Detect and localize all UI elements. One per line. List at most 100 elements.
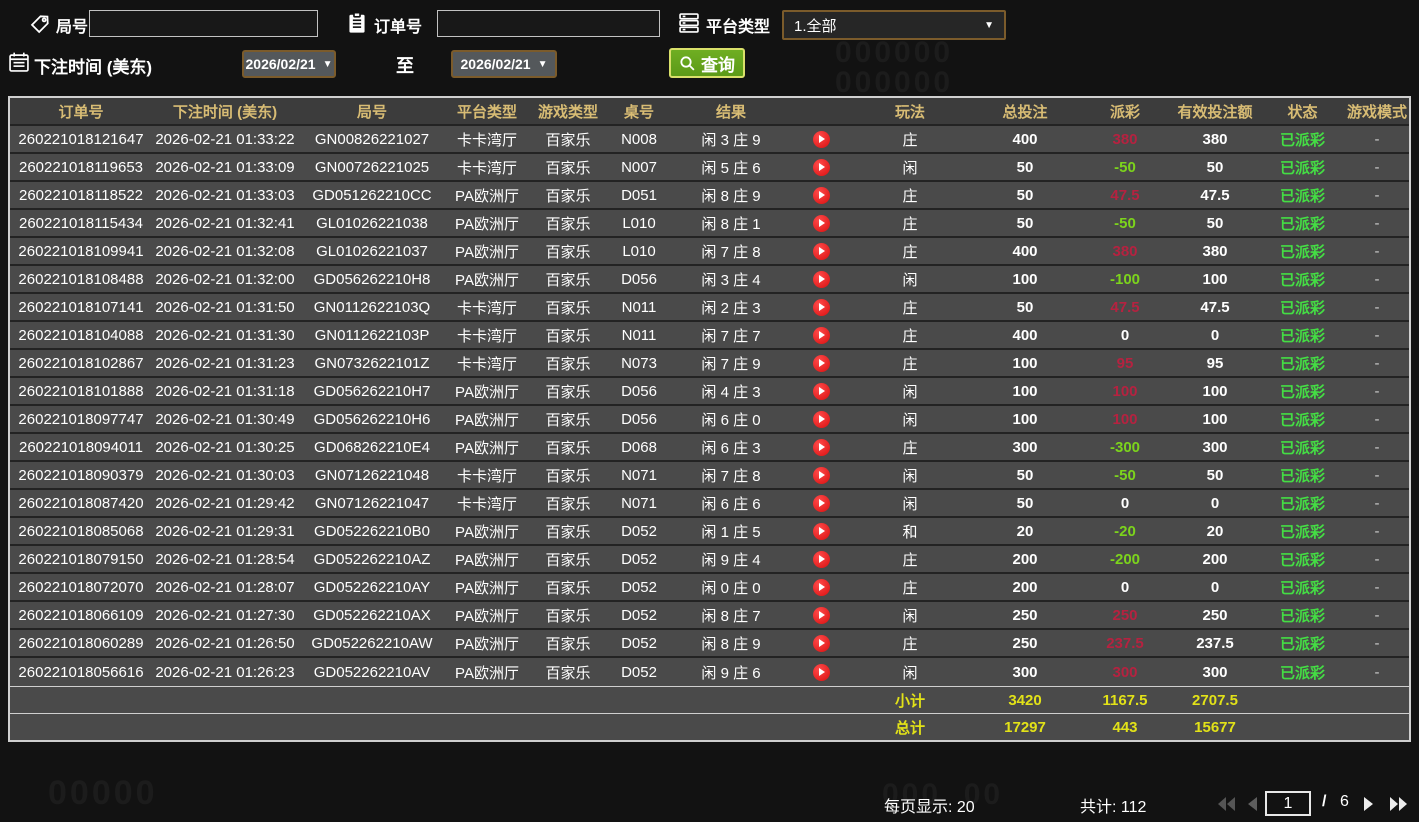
play-video-button[interactable]: [812, 663, 830, 681]
column-header-game-mode: 游戏模式: [1346, 103, 1407, 121]
bet-time-cell: 2026-02-21 01:30:49: [155, 410, 295, 428]
platform-type-cell: 卡卡湾厅: [456, 467, 517, 485]
play-icon: [819, 387, 825, 396]
table-row: 260221018087420 2026-02-21 01:29:42 GN0712…: [10, 490, 1409, 518]
play-video-button[interactable]: [812, 410, 830, 428]
prev-page-button[interactable]: [1246, 795, 1258, 813]
table-header-row: 订单号 下注时间 (美东) 局号 平台类型 游戏类型 桌号 结果 玩法 总投注 派彩 有效投注额 状态…: [10, 98, 1409, 126]
status-cell: 已派彩: [1279, 327, 1325, 345]
status-cell: 已派彩: [1279, 467, 1325, 485]
play-video-button[interactable]: [812, 186, 830, 204]
round-no-cell: GL01026221037: [316, 242, 428, 260]
round-number-input[interactable]: [89, 10, 318, 37]
play-video-button[interactable]: [812, 606, 830, 624]
play-icon: [819, 191, 825, 200]
play-type-cell: 庄: [902, 579, 918, 597]
bet-time-label: 下注时间 (美东): [34, 58, 153, 77]
order-id-cell: 260221018097747: [18, 410, 144, 428]
status-cell: 已派彩: [1279, 579, 1325, 597]
platform-type-cell: 卡卡湾厅: [456, 495, 517, 513]
play-video-button[interactable]: [812, 522, 830, 540]
play-video-button[interactable]: [812, 550, 830, 568]
page-number-input[interactable]: 1: [1265, 791, 1311, 816]
status-cell: 已派彩: [1279, 664, 1325, 682]
platform-type-cell: PA欧洲厅: [455, 523, 519, 541]
play-icon: [819, 275, 825, 284]
game-mode-cell: -: [1374, 466, 1380, 484]
last-page-button[interactable]: [1388, 795, 1410, 813]
total-count-label: 共计: 112: [1080, 799, 1147, 816]
play-video-button[interactable]: [812, 298, 830, 316]
bet-time-cell: 2026-02-21 01:32:00: [155, 270, 295, 288]
table-row: 260221018085068 2026-02-21 01:29:31 GD0522…: [10, 518, 1409, 546]
round-no-cell: GD052262210AV: [313, 663, 431, 681]
play-video-button[interactable]: [812, 270, 830, 288]
valid-bet-cell: 50: [1206, 158, 1224, 176]
play-video-button[interactable]: [812, 326, 830, 344]
bet-time-cell: 2026-02-21 01:29:42: [155, 494, 295, 512]
valid-bet-cell: 300: [1202, 438, 1228, 456]
column-header-order-id: 订单号: [58, 103, 104, 121]
game-type-cell: 百家乐: [545, 495, 591, 513]
first-page-button[interactable]: [1216, 795, 1238, 813]
result-cell: 闲 3 庄 9: [701, 131, 761, 149]
payout-cell: 237.5: [1106, 634, 1144, 652]
date-to-picker[interactable]: 2026/02/21 ▼: [451, 50, 557, 78]
play-video-button[interactable]: [812, 242, 830, 260]
status-cell: 已派彩: [1279, 411, 1325, 429]
play-video-button[interactable]: [812, 382, 830, 400]
total-bet-cell: 250: [1012, 634, 1038, 652]
play-video-button[interactable]: [812, 466, 830, 484]
play-type-cell: 庄: [902, 187, 918, 205]
platform-type-select[interactable]: 1.全部 ▼: [782, 10, 1006, 40]
play-icon: [819, 303, 825, 312]
game-mode-cell: -: [1374, 522, 1380, 540]
order-number-label: 订单号: [374, 19, 423, 36]
valid-bet-cell: 380: [1202, 130, 1228, 148]
replay-cell: [792, 550, 850, 568]
play-video-button[interactable]: [812, 438, 830, 456]
valid-bet-cell: 250: [1202, 606, 1228, 624]
total-bet-cell: 20: [1016, 522, 1034, 540]
table-row: 260221018079150 2026-02-21 01:28:54 GD0522…: [10, 546, 1409, 574]
play-video-button[interactable]: [812, 130, 830, 148]
play-video-button[interactable]: [812, 634, 830, 652]
table-no-cell: N011: [621, 298, 657, 316]
result-cell: 闲 7 庄 9: [701, 355, 761, 373]
round-no-cell: GN0112622103P: [314, 326, 430, 344]
game-type-cell: 百家乐: [545, 215, 591, 233]
platform-type-value: 1.全部: [794, 17, 837, 35]
result-cell: 闲 6 庄 0: [701, 411, 761, 429]
replay-cell: [792, 606, 850, 624]
bet-time-cell: 2026-02-21 01:33:09: [155, 158, 295, 176]
payout-cell: 250: [1112, 606, 1138, 624]
next-page-button[interactable]: [1363, 795, 1375, 813]
valid-bet-cell: 20: [1206, 522, 1224, 540]
result-cell: 闲 6 庄 3: [701, 439, 761, 457]
play-icon: [819, 247, 825, 256]
status-cell: 已派彩: [1279, 439, 1325, 457]
play-video-button[interactable]: [812, 494, 830, 512]
play-video-button[interactable]: [812, 354, 830, 372]
date-from-picker[interactable]: 2026/02/21 ▼: [242, 50, 336, 78]
replay-cell: [792, 158, 850, 176]
replay-cell: [792, 663, 850, 681]
background-watermark: 000000 000000: [835, 38, 953, 98]
play-icon: [819, 135, 825, 144]
play-video-button[interactable]: [812, 214, 830, 232]
game-mode-cell: -: [1374, 186, 1380, 204]
table-row: 260221018102867 2026-02-21 01:31:23 GN0732…: [10, 350, 1409, 378]
order-number-input[interactable]: [437, 10, 660, 37]
play-video-button[interactable]: [812, 158, 830, 176]
replay-cell: [792, 522, 850, 540]
search-button[interactable]: 查询: [669, 48, 745, 78]
replay-cell: [792, 354, 850, 372]
table-row: 260221018118522 2026-02-21 01:33:03 GD0512…: [10, 182, 1409, 210]
play-icon: [819, 555, 825, 564]
subtotal-payout: 1167.5: [1102, 691, 1148, 709]
round-no-cell: GD051262210CC: [312, 186, 432, 204]
play-video-button[interactable]: [812, 578, 830, 596]
bet-time-cell: 2026-02-21 01:31:50: [155, 298, 295, 316]
status-cell: 已派彩: [1279, 215, 1325, 233]
replay-cell: [792, 578, 850, 596]
